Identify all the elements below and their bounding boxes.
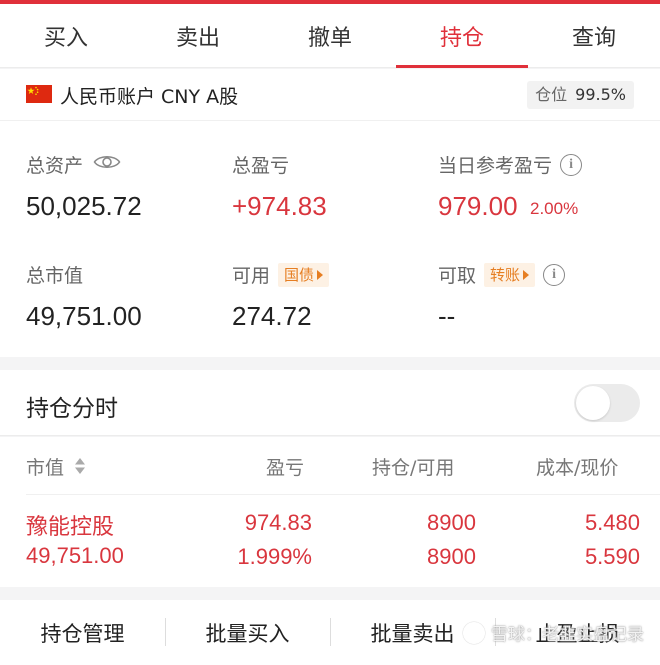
china-flag-icon — [26, 85, 52, 103]
batch-buy-button[interactable]: 批量买入 — [165, 600, 330, 665]
tab-query[interactable]: 查询 — [528, 4, 660, 67]
stock-cost: 5.480 — [584, 510, 640, 535]
total-pnl-value: +974.83 — [232, 191, 327, 221]
watermark-text: 雪球：老韭实盘记录 — [491, 625, 644, 645]
info-icon[interactable]: i — [543, 263, 566, 286]
stock-market-value: 49,751.00 — [26, 543, 124, 568]
stock-price: 5.590 — [584, 544, 640, 569]
divider — [26, 494, 660, 495]
treasury-bond-button[interactable]: 国债 — [278, 262, 330, 287]
transfer-label: 转账 — [490, 265, 521, 284]
account-header[interactable]: 人民币账户 CNY A股 仓位 99.5% — [0, 69, 660, 121]
watermark: 雪球：老韭实盘记录 — [463, 620, 644, 645]
column-header-pnl: 盈亏 — [266, 457, 305, 479]
withdrawable-label-group: 可取 转账 i — [438, 261, 566, 288]
time-share-toggle[interactable] — [574, 384, 640, 422]
triangle-right-icon — [317, 269, 324, 280]
market-value-label: 总市值 — [26, 261, 83, 288]
daily-pnl-label: 当日参考盈亏 — [438, 155, 553, 177]
available-value: 274.72 — [232, 301, 312, 331]
market-value-label-text: 总市值 — [26, 265, 84, 287]
stock-available: 8900 — [427, 544, 476, 569]
total-pnl-label-text: 总盈亏 — [232, 155, 290, 177]
snowball-logo-icon — [463, 621, 485, 644]
withdrawable-value: -- — [438, 301, 456, 331]
available-label: 可用 — [232, 265, 271, 287]
market-value-value: 49,751.00 — [26, 301, 142, 331]
stock-pnl-percent: 1.999% — [237, 544, 312, 569]
time-share-row: 持仓分时 — [0, 370, 660, 436]
column-header-market-value-text: 市值 — [26, 457, 65, 479]
available-label-group: 可用 国债 — [232, 261, 330, 288]
stock-pnl: 974.83 — [244, 510, 312, 535]
total-assets-value: 50,025.72 — [26, 191, 142, 221]
position-ratio-badge: 仓位 99.5% — [527, 81, 634, 109]
tab-buy[interactable]: 买入 — [0, 4, 132, 67]
transfer-button[interactable]: 转账 — [484, 262, 536, 287]
position-ratio-label: 仓位 — [535, 85, 568, 104]
total-pnl-label: 总盈亏 — [232, 151, 289, 178]
stock-position: 8900 — [427, 510, 476, 535]
manage-positions-button[interactable]: 持仓管理 — [0, 600, 165, 665]
holdings-table: 市值 盈亏 持仓/可用 成本/现价 豫能控股 49,751.00 974.83 … — [0, 437, 660, 587]
column-header-market-value[interactable]: 市值 — [26, 453, 86, 480]
stock-name: 豫能控股 — [26, 515, 115, 540]
account-title: 人民币账户 CNY A股 — [60, 86, 239, 108]
info-icon[interactable]: i — [560, 153, 583, 176]
treasury-bond-label: 国债 — [284, 265, 315, 284]
withdrawable-label: 可取 — [438, 265, 477, 287]
tab-positions[interactable]: 持仓 — [396, 4, 528, 67]
column-header-position: 持仓/可用 — [372, 457, 455, 479]
time-share-label: 持仓分时 — [26, 396, 118, 422]
total-assets-label: 总资产 — [26, 155, 84, 177]
trade-tabs: 买入 卖出 撤单 持仓 查询 — [0, 4, 660, 68]
toggle-knob — [576, 386, 610, 420]
eye-icon[interactable] — [93, 153, 121, 176]
triangle-right-icon — [523, 269, 530, 280]
sort-icon[interactable] — [74, 457, 86, 480]
position-ratio-value: 99.5% — [575, 85, 626, 104]
tab-sell[interactable]: 卖出 — [132, 4, 264, 67]
column-header-cost-price: 成本/现价 — [536, 457, 619, 479]
tab-cancel[interactable]: 撤单 — [264, 4, 396, 67]
daily-pnl-value: 979.00 — [438, 191, 518, 221]
daily-pnl-label-group: 当日参考盈亏 i — [438, 151, 583, 178]
total-assets-label-group: 总资产 — [26, 151, 121, 178]
account-panel: 人民币账户 CNY A股 仓位 99.5% 总资产 50,025.72 总盈亏 +… — [0, 69, 660, 357]
daily-pnl-percent: 2.00% — [530, 199, 579, 218]
